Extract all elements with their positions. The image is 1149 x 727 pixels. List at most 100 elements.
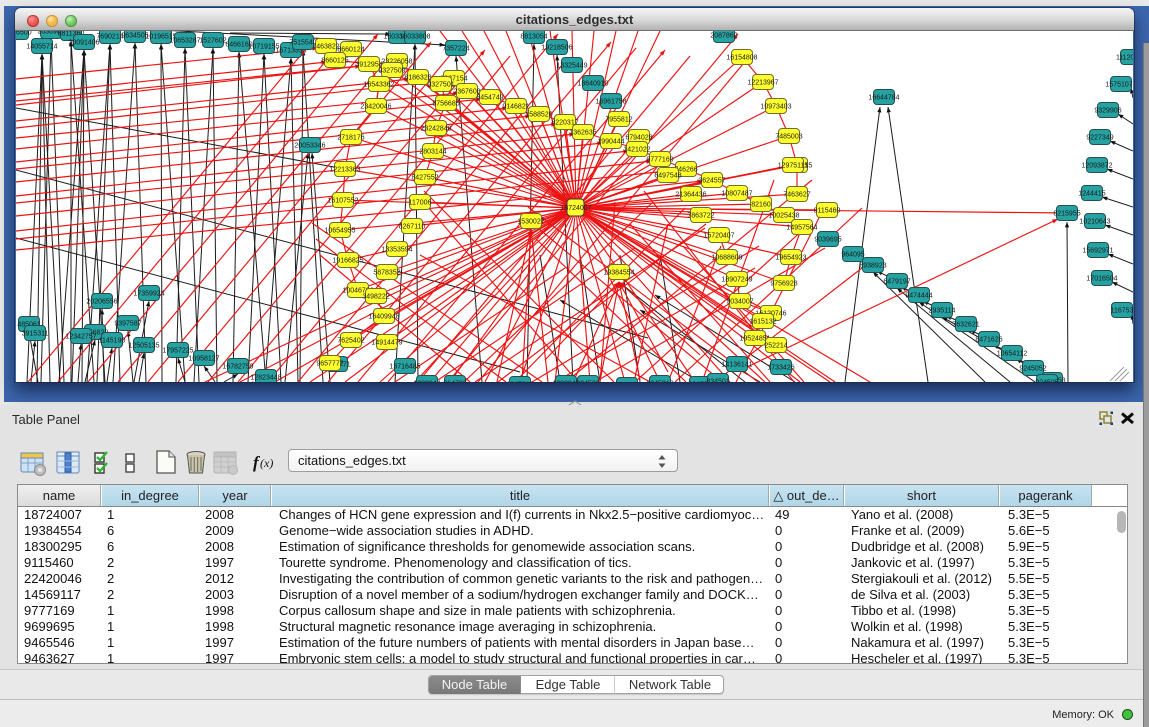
svg-text:16782759: 16782759: [222, 363, 253, 370]
svg-text:964095: 964095: [841, 251, 864, 258]
svg-text:924505: 924505: [1035, 379, 1058, 382]
svg-text:9397587: 9397587: [114, 320, 141, 327]
svg-text:904523: 904523: [576, 380, 599, 382]
svg-text:15692971: 15692971: [1082, 247, 1113, 254]
svg-text:10958127: 10958127: [188, 355, 219, 362]
svg-text:2803144: 2803144: [419, 148, 446, 155]
svg-text:13353594: 13353594: [381, 246, 412, 253]
svg-text:16107552: 16107552: [327, 197, 358, 204]
svg-text:834501: 834501: [706, 378, 729, 382]
svg-text:16154808: 16154808: [726, 54, 757, 61]
svg-text:117006: 117006: [409, 199, 432, 206]
svg-text:8267110: 8267110: [399, 223, 426, 230]
svg-text:16033808: 16033808: [399, 33, 430, 40]
svg-text:9245012: 9245012: [646, 380, 673, 382]
svg-text:8756685: 8756685: [432, 100, 459, 107]
svg-text:17016504: 17016504: [1086, 275, 1117, 282]
svg-text:252214: 252214: [764, 342, 787, 349]
svg-text:20053346: 20053346: [294, 142, 325, 149]
svg-text:1244415: 1244415: [1078, 190, 1105, 197]
svg-text:13716485: 13716485: [389, 363, 420, 370]
svg-text:19218506: 19218506: [541, 44, 572, 51]
svg-text:1421022: 1421022: [623, 146, 650, 153]
svg-text:14914479: 14914479: [371, 339, 402, 346]
svg-text:7463822: 7463822: [312, 43, 339, 50]
svg-text:9034007: 9034007: [726, 298, 753, 305]
svg-text:10654955: 10654955: [324, 227, 355, 234]
svg-text:10654112: 10654112: [997, 350, 1028, 357]
svg-text:1145190: 1145190: [99, 337, 126, 344]
svg-text:18640910: 18640910: [577, 80, 608, 87]
svg-text:10653287: 10653287: [169, 37, 200, 44]
svg-text:16543362: 16543362: [363, 81, 394, 88]
svg-text:15720407: 15720407: [703, 232, 734, 239]
svg-text:1733426: 1733426: [767, 364, 794, 371]
svg-text:14136141: 14136141: [721, 361, 752, 368]
svg-text:3624557: 3624557: [698, 177, 725, 184]
svg-text:6479197: 6479197: [883, 278, 910, 285]
svg-text:1990444: 1990444: [597, 138, 624, 145]
svg-text:13325449: 13325449: [556, 62, 587, 69]
svg-text:7625402: 7625402: [337, 337, 364, 344]
svg-text:8938923: 8938923: [859, 262, 886, 269]
svg-text:16961758: 16961758: [595, 98, 626, 105]
svg-text:6497548: 6497548: [654, 172, 681, 179]
svg-text:9329906: 9329906: [1094, 107, 1121, 114]
svg-text:9474444: 9474444: [905, 292, 932, 299]
svg-text:12342757: 12342757: [65, 333, 96, 340]
svg-text:7632621: 7632621: [952, 321, 979, 328]
svg-text:8186328: 8186328: [404, 74, 431, 81]
svg-text:9245052: 9245052: [1019, 365, 1046, 372]
svg-text:11120341: 11120341: [1116, 54, 1133, 61]
svg-text:21364436: 21364436: [675, 191, 706, 198]
svg-text:23242848: 23242848: [420, 125, 451, 132]
svg-text:9039695: 9039695: [814, 236, 841, 243]
svg-text:14957564: 14957564: [786, 224, 817, 231]
svg-text:15751074: 15751074: [1105, 81, 1133, 88]
svg-text:1527602: 1527602: [199, 37, 226, 44]
svg-text:9327509: 9327509: [378, 67, 405, 74]
svg-text:23420046: 23420046: [360, 103, 391, 110]
svg-text:12213363: 12213363: [329, 166, 360, 173]
svg-text:2935114: 2935114: [929, 307, 956, 314]
svg-text:8813054: 8813054: [520, 33, 547, 40]
svg-text:1282344: 1282344: [413, 380, 440, 382]
svg-text:8454749: 8454749: [476, 94, 503, 101]
svg-text:7357224: 7357224: [442, 45, 469, 52]
svg-text:16644784: 16644784: [868, 94, 899, 101]
svg-text:2636500: 2636500: [16, 31, 32, 36]
svg-text:3915311: 3915311: [22, 330, 49, 337]
svg-text:16409948: 16409948: [368, 313, 399, 320]
svg-text:18724007: 18724007: [560, 205, 591, 212]
svg-text:9146821: 9146821: [502, 103, 529, 110]
svg-text:1588520: 1588520: [525, 111, 552, 118]
svg-text:8660125: 8660125: [321, 57, 348, 64]
svg-text:1047213: 1047213: [506, 381, 533, 382]
svg-text:18907249: 18907249: [721, 276, 752, 283]
svg-text:7463627: 7463627: [783, 191, 810, 198]
svg-text:12213967: 12213967: [747, 79, 778, 86]
svg-text:12505135: 12505135: [128, 342, 159, 349]
svg-text:1615132: 1615132: [749, 318, 776, 325]
svg-text:20206556: 20206556: [86, 298, 117, 305]
svg-text:3498222: 3498222: [362, 293, 389, 300]
svg-text:10210643: 10210643: [1079, 218, 1110, 225]
svg-text:1362635: 1362635: [569, 129, 596, 136]
svg-text:8471626: 8471626: [975, 336, 1002, 343]
svg-text:10807487: 10807487: [721, 190, 752, 197]
svg-text:9777169: 9777169: [646, 156, 673, 163]
svg-text:12823448: 12823448: [250, 374, 281, 381]
svg-text:12093872: 12093872: [1081, 162, 1112, 169]
svg-text:964702: 964702: [443, 380, 466, 382]
svg-text:1530027: 1530027: [517, 218, 544, 225]
svg-text:17957225: 17957225: [162, 347, 193, 354]
svg-text:6794028: 6794028: [625, 134, 652, 141]
svg-text:9227349: 9227349: [1086, 134, 1113, 141]
svg-text:9327501: 9327501: [427, 81, 454, 88]
svg-text:9657772: 9657772: [316, 360, 343, 367]
svg-text:14055714: 14055714: [26, 43, 57, 50]
svg-text:10688609: 10688609: [711, 254, 742, 261]
svg-text:10025438: 10025438: [768, 212, 799, 219]
svg-text:17359924: 17359924: [133, 290, 164, 297]
svg-text:7690214: 7690214: [96, 33, 123, 40]
